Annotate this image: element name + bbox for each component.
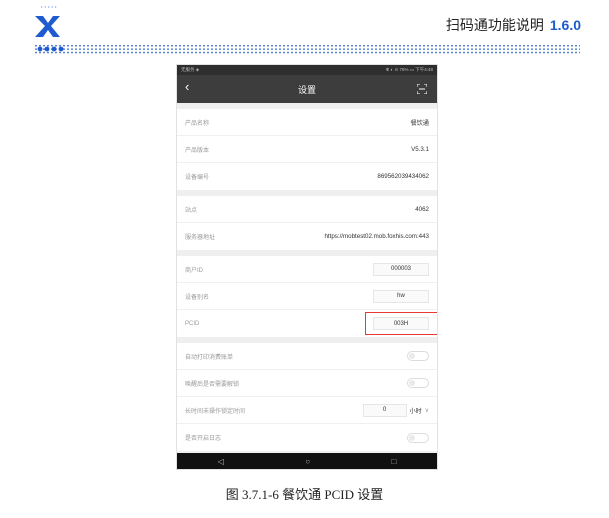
status-left: 无服务 ◈ — [181, 67, 200, 72]
device-alias-label: 设备别名 — [185, 294, 210, 301]
page-title: 设置 — [297, 85, 316, 95]
idle-lock-group: 0 小时 ∨ — [362, 403, 429, 417]
options-section: 自动打印消费账单 唤醒后是否需要解锁 长时间未操作锁定时间 0 小时 ∨ 是否开… — [177, 343, 437, 451]
server-address-row[interactable]: 服务器地址 https://mobtest02.mob.foxhis.com:4… — [177, 223, 437, 250]
wake-unlock-toggle[interactable] — [407, 378, 429, 388]
device-alias-row: 设备别名 hw — [177, 283, 437, 310]
product-name-row: 产品名称 餐饮通 — [177, 109, 437, 136]
phone-screenshot: 无服务 ◈ ✻ ◐ ⊙ 76% ▭ 下午4:48 ‹ 设置 产品名称 餐饮通 产… — [176, 64, 438, 470]
server-address-value: https://mobtest02.mob.foxhis.com:443 — [324, 233, 429, 240]
idle-lock-label: 长时间未操作锁定时间 — [185, 408, 246, 415]
nav-home-icon[interactable]: ○ — [305, 457, 310, 466]
chevron-down-icon[interactable]: ∨ — [425, 407, 429, 414]
product-version-row: 产品版本 V5.3.1 — [177, 136, 437, 163]
dotted-divider — [34, 44, 580, 54]
auto-print-row: 自动打印消费账单 — [177, 343, 437, 370]
header-title: 扫码通功能说明 1.6.0 — [446, 15, 581, 35]
wake-unlock-label: 唤醒后是否需要解锁 — [185, 381, 240, 388]
figure-caption: 图 3.7.1-6 餐饮通 PCID 设置 — [225, 487, 384, 502]
device-section: 商户ID 000003 设备别名 hw PCID 003H — [177, 256, 437, 337]
idle-lock-field[interactable]: 0 — [362, 403, 407, 417]
idle-lock-row: 长时间未操作锁定时间 0 小时 ∨ — [177, 397, 437, 424]
idle-lock-unit[interactable]: 小时 — [410, 406, 422, 415]
status-bar: 无服务 ◈ ✻ ◐ ⊙ 76% ▭ 下午4:48 — [177, 65, 437, 75]
app-bar: ‹ 设置 — [177, 75, 437, 103]
merchant-id-row: 商户ID 000003 — [177, 256, 437, 283]
product-info-section: 产品名称 餐饮通 产品版本 V5.3.1 设备编号 86956203943406… — [177, 109, 437, 190]
device-id-label: 设备编号 — [185, 175, 210, 181]
device-id-row: 设备编号 869562039434062 — [177, 163, 437, 190]
doc-version: 1.6.0 — [549, 17, 581, 33]
site-value: 4062 — [415, 205, 429, 213]
doc-title: 扫码通功能说明 — [445, 17, 544, 33]
merchant-id-field[interactable]: 000003 — [373, 262, 429, 276]
site-label: 站点 — [185, 207, 198, 214]
site-row[interactable]: 站点 4062 — [177, 196, 437, 223]
server-section: 站点 4062 服务器地址 https://mobtest02.mob.foxh… — [177, 196, 437, 250]
pcid-label: PCID — [185, 320, 200, 327]
pcid-row: PCID 003H — [177, 310, 437, 337]
product-name-label: 产品名称 — [185, 120, 210, 127]
device-id-value: 869562039434062 — [377, 173, 429, 180]
nav-recent-icon[interactable]: □ — [391, 457, 396, 466]
product-name-value: 餐饮通 — [410, 119, 429, 127]
auto-print-label: 自动打印消费账单 — [185, 354, 234, 361]
merchant-id-label: 商户ID — [185, 267, 204, 274]
auto-print-toggle[interactable] — [407, 351, 429, 361]
product-version-value: V5.3.1 — [411, 145, 429, 153]
scan-icon[interactable] — [417, 84, 427, 94]
wake-unlock-row: 唤醒后是否需要解锁 — [177, 370, 437, 397]
server-address-label: 服务器地址 — [185, 235, 216, 241]
log-row: 是否开启日志 — [177, 424, 437, 451]
product-version-label: 产品版本 — [185, 147, 210, 154]
log-label: 是否开启日志 — [185, 436, 222, 442]
pcid-wrapper: 003H — [365, 312, 437, 335]
nav-bar: ◁ ○ □ — [177, 453, 437, 469]
status-right: ✻ ◐ ⊙ 76% ▭ 下午4:48 — [385, 67, 433, 72]
nav-back-icon[interactable]: ◁ — [218, 457, 224, 466]
pcid-highlight-box — [365, 312, 437, 335]
log-toggle[interactable] — [407, 432, 429, 443]
device-alias-field[interactable]: hw — [373, 289, 429, 303]
xr-logo — [35, 16, 60, 37]
logo-stars: • • • • • — [41, 4, 57, 9]
